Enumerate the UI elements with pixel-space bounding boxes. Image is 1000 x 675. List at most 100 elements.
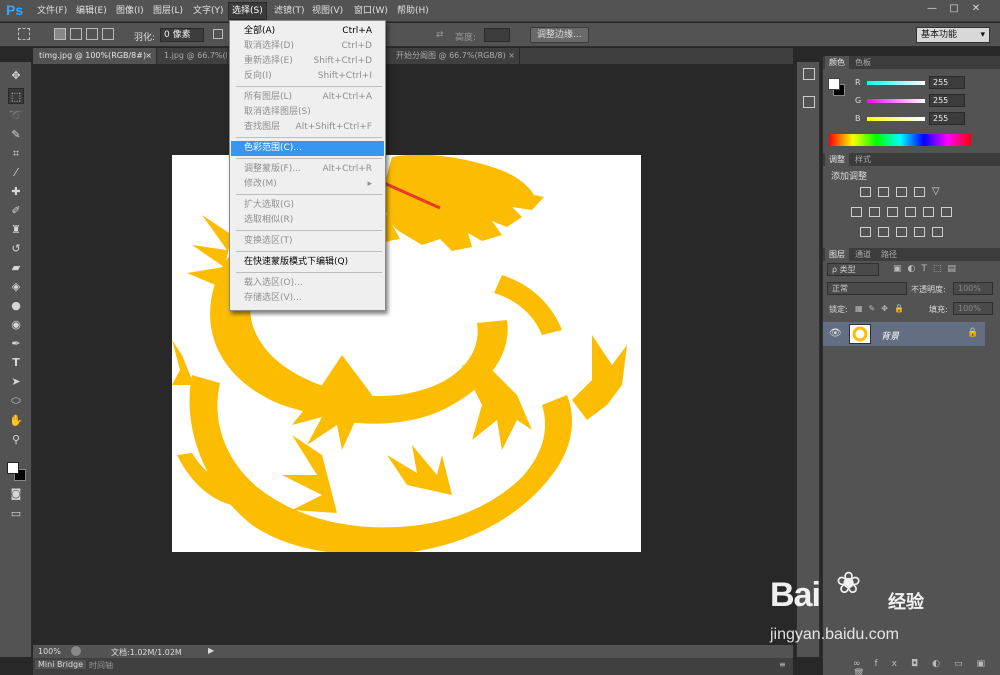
opacity-input[interactable]: 100% [953,282,993,295]
select-menu-item[interactable]: 变换选区(T) [231,234,384,249]
history-brush-tool-icon[interactable]: ↺ [8,241,24,257]
menu-edit[interactable]: 编辑(E) [73,4,110,18]
swap-icon[interactable]: ⇄ [436,30,444,40]
invert-icon[interactable] [860,227,871,237]
crop-tool-icon[interactable]: ⌗ [8,146,24,162]
layer-filter-icons[interactable]: ▣◐T⬚▤ [893,264,962,274]
photo-filter-icon[interactable] [905,207,916,217]
select-menu-item[interactable]: 所有图层(L) Alt+Ctrl+A [231,90,384,105]
menu-window[interactable]: 窗口(W) [351,4,391,18]
exposure-icon[interactable] [914,187,925,197]
select-menu-item[interactable]: 在快速蒙版模式下编辑(Q) [231,255,384,270]
layers-footer-icons[interactable]: ∞fx◘◐▭▣🗑 [853,659,1000,675]
close-icon[interactable]: ✕ [968,2,984,15]
history-panel-icon[interactable] [803,68,815,80]
select-menu-item[interactable]: 反向(I) Shift+Ctrl+I [231,69,384,84]
maximize-icon[interactable]: □ [946,2,962,15]
tab-paths[interactable]: 路径 [877,248,901,261]
channel-mixer-icon[interactable] [923,207,934,217]
select-menu-item[interactable]: 查找图层 Alt+Shift+Ctrl+F [231,120,384,135]
hue-saturation-icon[interactable] [851,207,862,217]
height-input[interactable] [484,28,510,42]
tab-timg[interactable]: timg.jpg @ 100%(RGB/8#) × [33,48,157,64]
new-selection-icon[interactable] [54,28,66,40]
feather-input[interactable]: 0 像素 [160,28,204,42]
eraser-tool-icon[interactable]: ▰ [8,260,24,276]
b-value-input[interactable]: 255 [929,112,965,125]
hand-tool-icon[interactable]: ✋ [8,413,24,429]
pen-tool-icon[interactable]: ✒ [8,336,24,352]
r-slider[interactable] [867,81,925,85]
menu-filter[interactable]: 滤镜(T) [271,4,308,18]
color-fg-swatch[interactable] [828,78,840,90]
layer-row-background[interactable]: 👁 背景 🔒 [823,322,985,346]
zoom-level[interactable]: 100% [38,647,61,656]
color-lookup-icon[interactable] [941,207,952,217]
select-menu-item[interactable]: 修改(M) ▸ [231,177,384,192]
healing-brush-tool-icon[interactable]: ✚ [8,184,24,200]
posterize-icon[interactable] [878,227,889,237]
zoom-tool-icon[interactable]: ⚲ [8,432,24,448]
status-icon[interactable] [71,646,81,656]
blur-tool-icon[interactable]: ● [8,298,24,314]
minimize-icon[interactable]: — [924,2,940,15]
path-select-tool-icon[interactable]: ➤ [8,374,24,390]
blend-mode-select[interactable]: 正常 [827,282,907,295]
marquee-tool-icon[interactable]: ⬚ [8,88,24,104]
layer-filter-select[interactable]: ρ 类型 [827,263,879,276]
g-value-input[interactable]: 255 [929,94,965,107]
workspace-select[interactable]: 基本功能 ▾ [916,27,990,43]
threshold-icon[interactable] [896,227,907,237]
select-menu-item[interactable]: 载入选区(O)... [231,276,384,291]
anti-alias-checkbox[interactable] [213,29,223,39]
paint-bucket-tool-icon[interactable]: ◈ [8,279,24,295]
ellipse-tool-icon[interactable]: ⬭ [8,393,24,409]
tab-layers[interactable]: 图层 [825,248,849,261]
gradient-map-icon[interactable] [914,227,925,237]
curves-icon[interactable] [896,187,907,197]
vibrance-icon[interactable]: ▽ [932,187,943,197]
select-menu-item[interactable]: 选取相似(R) [231,213,384,228]
selective-color-icon[interactable] [932,227,943,237]
menu-image[interactable]: 图像(I) [113,4,147,18]
marquee-tool-preset-icon[interactable] [18,28,30,40]
refine-edge-button[interactable]: 调整边缘... [530,27,589,43]
fill-input[interactable]: 100% [953,302,993,315]
menu-select[interactable]: 选择(S) [228,2,267,20]
select-menu-item[interactable]: 全部(A) Ctrl+A [231,24,384,39]
dodge-tool-icon[interactable]: ◉ [8,317,24,333]
color-spectrum-bar[interactable] [829,134,971,146]
select-menu-item[interactable]: 调整蒙版(F)... Alt+Ctrl+R [231,162,384,177]
status-menu-arrow-icon[interactable]: ▶ [208,646,214,655]
select-menu-item[interactable]: 重新选择(E) Shift+Ctrl+D [231,54,384,69]
quick-select-tool-icon[interactable]: ✎ [8,127,24,143]
menu-view[interactable]: 视图(V) [309,4,346,18]
tab-adjustments[interactable]: 调整 [825,153,849,166]
foreground-color-swatch-top[interactable] [7,462,19,474]
levels-icon[interactable] [878,187,889,197]
tab-color[interactable]: 颜色 [825,56,849,69]
tab-close-icon[interactable]: × [508,48,515,64]
r-value-input[interactable]: 255 [929,76,965,89]
add-selection-icon[interactable] [70,28,82,40]
select-menu-item[interactable]: 取消选择(D) Ctrl+D [231,39,384,54]
tab-close-icon[interactable]: × [145,48,152,64]
menu-layer[interactable]: 图层(L) [150,4,186,18]
tab-mini-bridge[interactable]: Mini Bridge [35,660,87,669]
clone-stamp-tool-icon[interactable]: ♜ [8,222,24,238]
tab-channels[interactable]: 通道 [851,248,875,261]
intersect-selection-icon[interactable] [102,28,114,40]
lock-icons[interactable]: ▦✎✥🔒 [855,304,910,313]
black-white-icon[interactable] [887,207,898,217]
eyedropper-tool-icon[interactable]: ⁄ [8,165,24,181]
select-menu-item[interactable]: 存储选区(V)... [231,291,384,306]
quick-mask-icon[interactable]: ◙ [8,486,24,502]
tab-start-image[interactable]: 开始分阁图 @ 66.7%(RGB/8) × [390,48,520,64]
menu-file[interactable]: 文件(F) [34,4,70,18]
lasso-tool-icon[interactable]: ➰ [8,108,24,124]
b-slider[interactable] [867,117,925,121]
type-tool-icon[interactable]: T [8,355,24,371]
menu-type[interactable]: 文字(Y) [190,4,227,18]
tab-timeline[interactable]: 时间轴 [89,660,113,671]
panel-menu-icon[interactable]: ≡ [779,660,786,669]
